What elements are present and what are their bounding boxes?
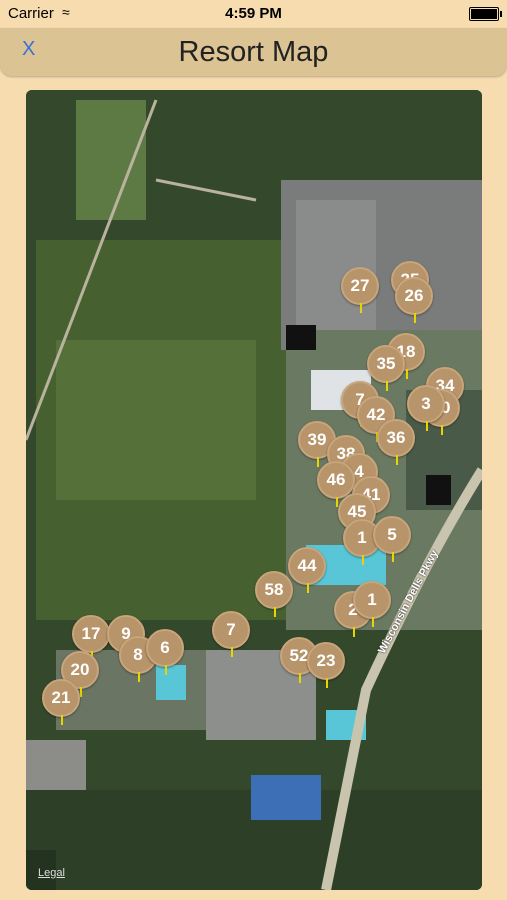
map-pin[interactable]: 26 bbox=[395, 277, 433, 323]
pin-number: 8 bbox=[133, 645, 143, 664]
pin-stem bbox=[307, 583, 309, 593]
map-pin[interactable]: 23 bbox=[307, 642, 345, 688]
pin-number: 44 bbox=[297, 556, 317, 575]
pin-number: 7 bbox=[226, 620, 236, 639]
pin-stem bbox=[386, 381, 388, 391]
resort-map[interactable]: 27 25 26 18 35 34 30 3 7 42 36 39 38 4 4… bbox=[26, 90, 482, 890]
map-pin[interactable]: 6 bbox=[146, 629, 184, 675]
pin-stem bbox=[353, 627, 355, 637]
page-title: Resort Map bbox=[178, 36, 329, 68]
pin-stem bbox=[426, 421, 428, 431]
map-pin[interactable]: 5 bbox=[373, 516, 411, 562]
map-pin[interactable]: 3 bbox=[407, 385, 445, 431]
map-pin[interactable]: 44 bbox=[288, 547, 326, 593]
map-pin[interactable]: 1 bbox=[353, 581, 391, 627]
map-pin[interactable]: 58 bbox=[255, 571, 293, 617]
pin-number: 21 bbox=[51, 688, 71, 707]
map-pin[interactable]: 21 bbox=[42, 679, 80, 725]
pin-number: 6 bbox=[160, 638, 170, 657]
pin-stem bbox=[317, 457, 319, 467]
pin-stem bbox=[396, 455, 398, 465]
pin-number: 26 bbox=[404, 286, 424, 305]
pin-stem bbox=[362, 555, 364, 565]
pin-stem bbox=[414, 313, 416, 323]
nav-bar: X Resort Map bbox=[0, 28, 507, 76]
pin-number: 5 bbox=[387, 525, 397, 544]
map-pin[interactable]: 35 bbox=[367, 345, 405, 391]
pin-number: 27 bbox=[350, 276, 370, 295]
pin-stem bbox=[61, 715, 63, 725]
map-pin[interactable]: 17 bbox=[72, 615, 110, 661]
pin-number: 58 bbox=[264, 580, 284, 599]
pin-number: 35 bbox=[376, 354, 396, 373]
map-imagery bbox=[26, 90, 482, 890]
map-pin[interactable]: 27 bbox=[341, 267, 379, 313]
battery-icon bbox=[469, 7, 502, 21]
pin-number: 36 bbox=[386, 428, 406, 447]
pin-number: 23 bbox=[316, 651, 336, 670]
pin-stem bbox=[392, 552, 394, 562]
pin-number: 1 bbox=[367, 590, 377, 609]
legal-link[interactable]: Legal bbox=[38, 867, 65, 879]
pin-number: 46 bbox=[326, 470, 346, 489]
pin-number: 52 bbox=[289, 646, 309, 665]
pin-stem bbox=[360, 303, 362, 313]
status-bar: Carrier ≈ 4:59 PM bbox=[0, 0, 507, 28]
pin-stem bbox=[372, 617, 374, 627]
pin-stem bbox=[231, 647, 233, 657]
pin-stem bbox=[326, 678, 328, 688]
pin-number: 20 bbox=[70, 660, 90, 679]
pin-stem bbox=[165, 665, 167, 675]
pin-stem bbox=[406, 369, 408, 379]
pin-stem bbox=[274, 607, 276, 617]
pin-stem bbox=[336, 497, 338, 507]
pin-number: 42 bbox=[366, 405, 386, 424]
pin-stem bbox=[299, 673, 301, 683]
pin-stem bbox=[138, 672, 140, 682]
status-time: 4:59 PM bbox=[225, 5, 282, 22]
pin-stem bbox=[80, 687, 82, 697]
pin-number: 39 bbox=[307, 430, 327, 449]
map-pin[interactable]: 7 bbox=[212, 611, 250, 657]
pin-number: 1 bbox=[357, 528, 367, 547]
pin-number: 17 bbox=[81, 624, 101, 643]
pin-number: 3 bbox=[421, 394, 431, 413]
pin-stem bbox=[441, 425, 443, 435]
map-pin[interactable]: 36 bbox=[377, 419, 415, 465]
